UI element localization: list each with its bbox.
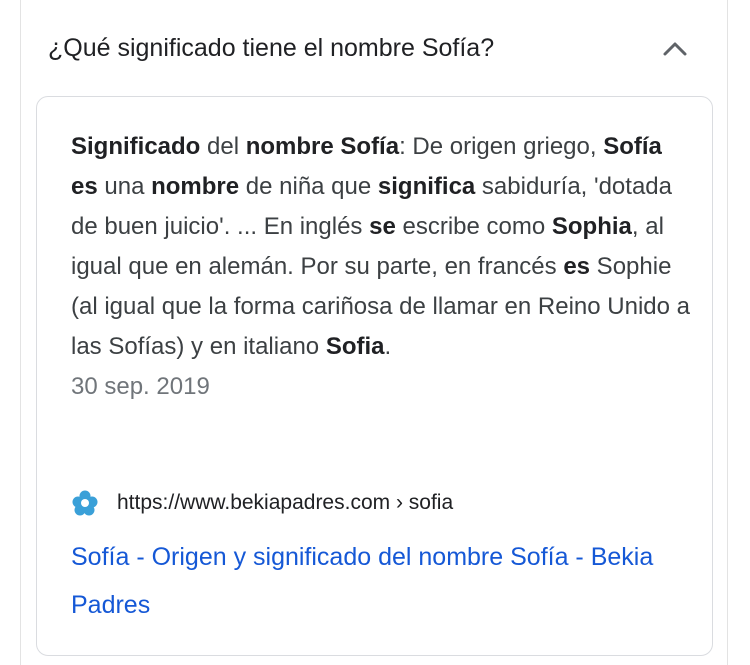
result-title-link[interactable]: Sofía - Origen y significado del nombre … bbox=[71, 533, 691, 629]
snippet-run: : De origen griego, bbox=[399, 133, 604, 160]
source-row[interactable]: https://www.bekiapadres.com › sofia bbox=[71, 487, 691, 519]
snippet-bold-term: nombre bbox=[151, 173, 240, 200]
bekia-favicon-icon bbox=[71, 489, 99, 517]
question-text[interactable]: ¿Qué significado tiene el nombre Sofía? bbox=[48, 28, 494, 68]
answer-snippet: Significado del nombre Sofía: De origen … bbox=[71, 127, 691, 407]
snippet-run: escribe como bbox=[395, 213, 552, 240]
snippet-run: . bbox=[384, 333, 392, 360]
snippet-bold-term: Sofia bbox=[325, 333, 385, 360]
snippet-run: de niña que bbox=[239, 173, 378, 200]
chevron-up-icon[interactable] bbox=[660, 34, 690, 64]
snippet-bold-term: Sophia bbox=[551, 213, 632, 240]
snippet-bold-term: nombre Sofía bbox=[245, 133, 400, 160]
snippet-run: una bbox=[97, 173, 152, 200]
snippet-bold-term: se bbox=[369, 213, 396, 240]
snippet-bold-term: es bbox=[563, 253, 591, 280]
snippet-date: 30 sep. 2019 bbox=[71, 373, 210, 400]
snippet-text: Significado del nombre Sofía: De origen … bbox=[71, 133, 690, 360]
question-row[interactable]: ¿Qué significado tiene el nombre Sofía? bbox=[48, 28, 708, 68]
snippet-bold-term: significa bbox=[377, 173, 476, 200]
snippet-run: del bbox=[200, 133, 246, 160]
snippet-bold-term: Significado bbox=[71, 133, 201, 160]
answer-card: Significado del nombre Sofía: De origen … bbox=[36, 96, 713, 656]
source-url[interactable]: https://www.bekiapadres.com › sofia bbox=[117, 487, 453, 519]
